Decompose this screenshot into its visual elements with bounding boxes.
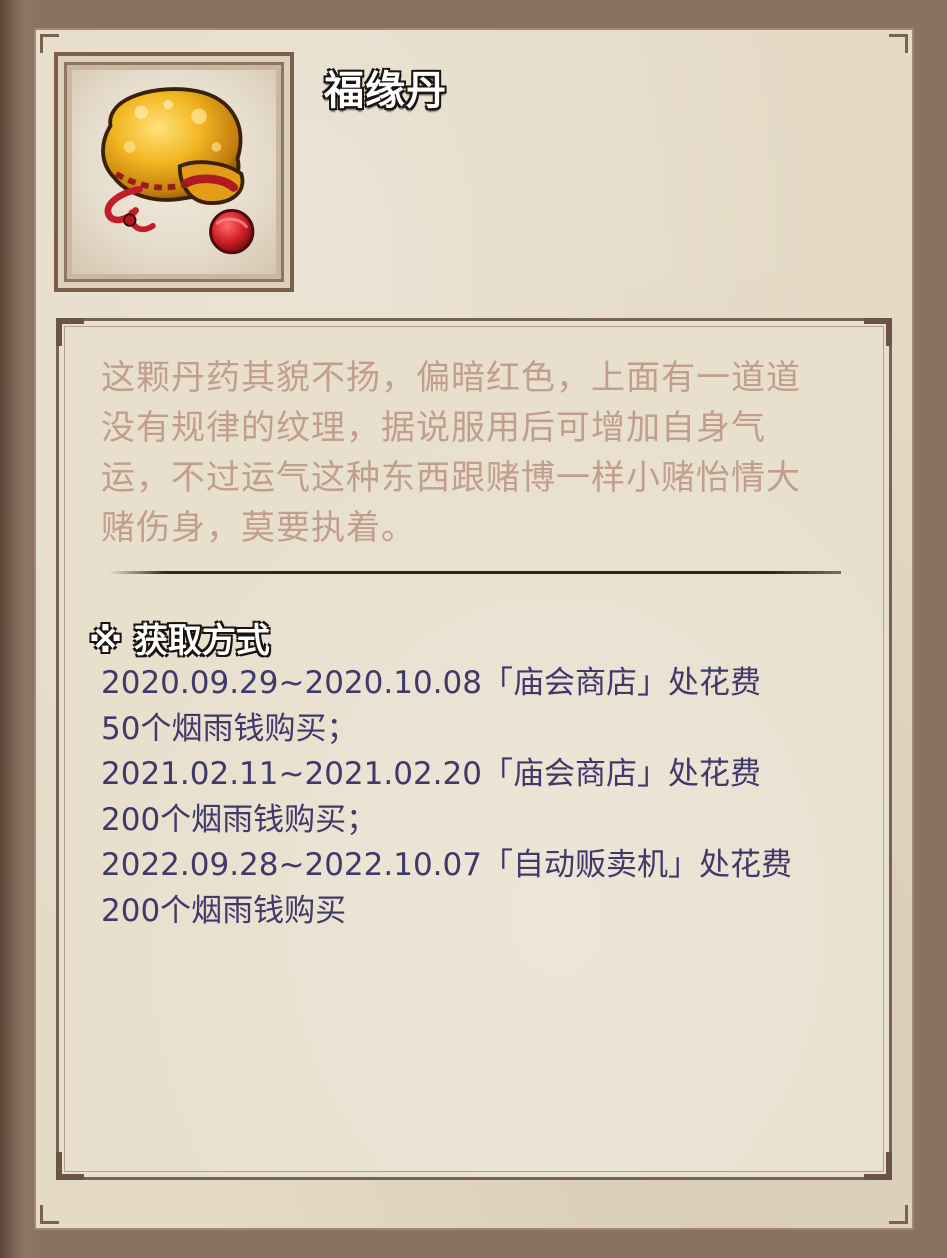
section-divider [109, 571, 841, 574]
description-panel: 这颗丹药其貌不扬，偏暗红色，上面有一道道没有规律的纹理，据说服用后可增加自身气运… [56, 318, 892, 1180]
item-name: 福缘丹 [324, 68, 447, 114]
acquisition-line: 50个烟雨钱购买； [101, 710, 358, 747]
corner-ornament [40, 1205, 59, 1224]
panel-corner-ornament [56, 318, 84, 346]
item-description: 这颗丹药其貌不扬，偏暗红色，上面有一道道没有规律的纹理，据说服用后可增加自身气运… [101, 358, 801, 548]
item-icon-frame [54, 52, 294, 292]
acquisition-line: 2020.09.29~2020.10.08「庙会商店」处花费 [101, 665, 761, 701]
panel-corner-ornament [864, 318, 892, 346]
acquisition-line: 2021.02.11~2021.02.20「庙会商店」处花费 [101, 756, 761, 792]
golden-pouch-icon [101, 87, 255, 255]
corner-ornament [889, 34, 908, 53]
acquisition-line: 200个烟雨钱购买 [101, 892, 347, 929]
acquisition-list: 2020.09.29~2020.10.08「庙会商店」处花费 50个烟雨钱购买；… [101, 661, 861, 934]
acquisition-line: 2022.09.28~2022.10.07「自动贩卖机」处花费 [101, 847, 792, 883]
panel-corner-ornament [864, 1152, 892, 1180]
corner-ornament [889, 1205, 908, 1224]
panel-corner-ornament [56, 1152, 84, 1180]
corner-ornament [40, 34, 59, 53]
acquisition-heading: ※ 获取方式 [89, 621, 270, 661]
item-icon-background [72, 70, 276, 274]
item-card: 福缘丹 这颗丹药其貌不扬，偏暗红色，上面有一道道没有规律的纹理，据说服用后可增加… [0, 0, 947, 1258]
acquisition-line: 200个烟雨钱购买； [101, 801, 378, 838]
